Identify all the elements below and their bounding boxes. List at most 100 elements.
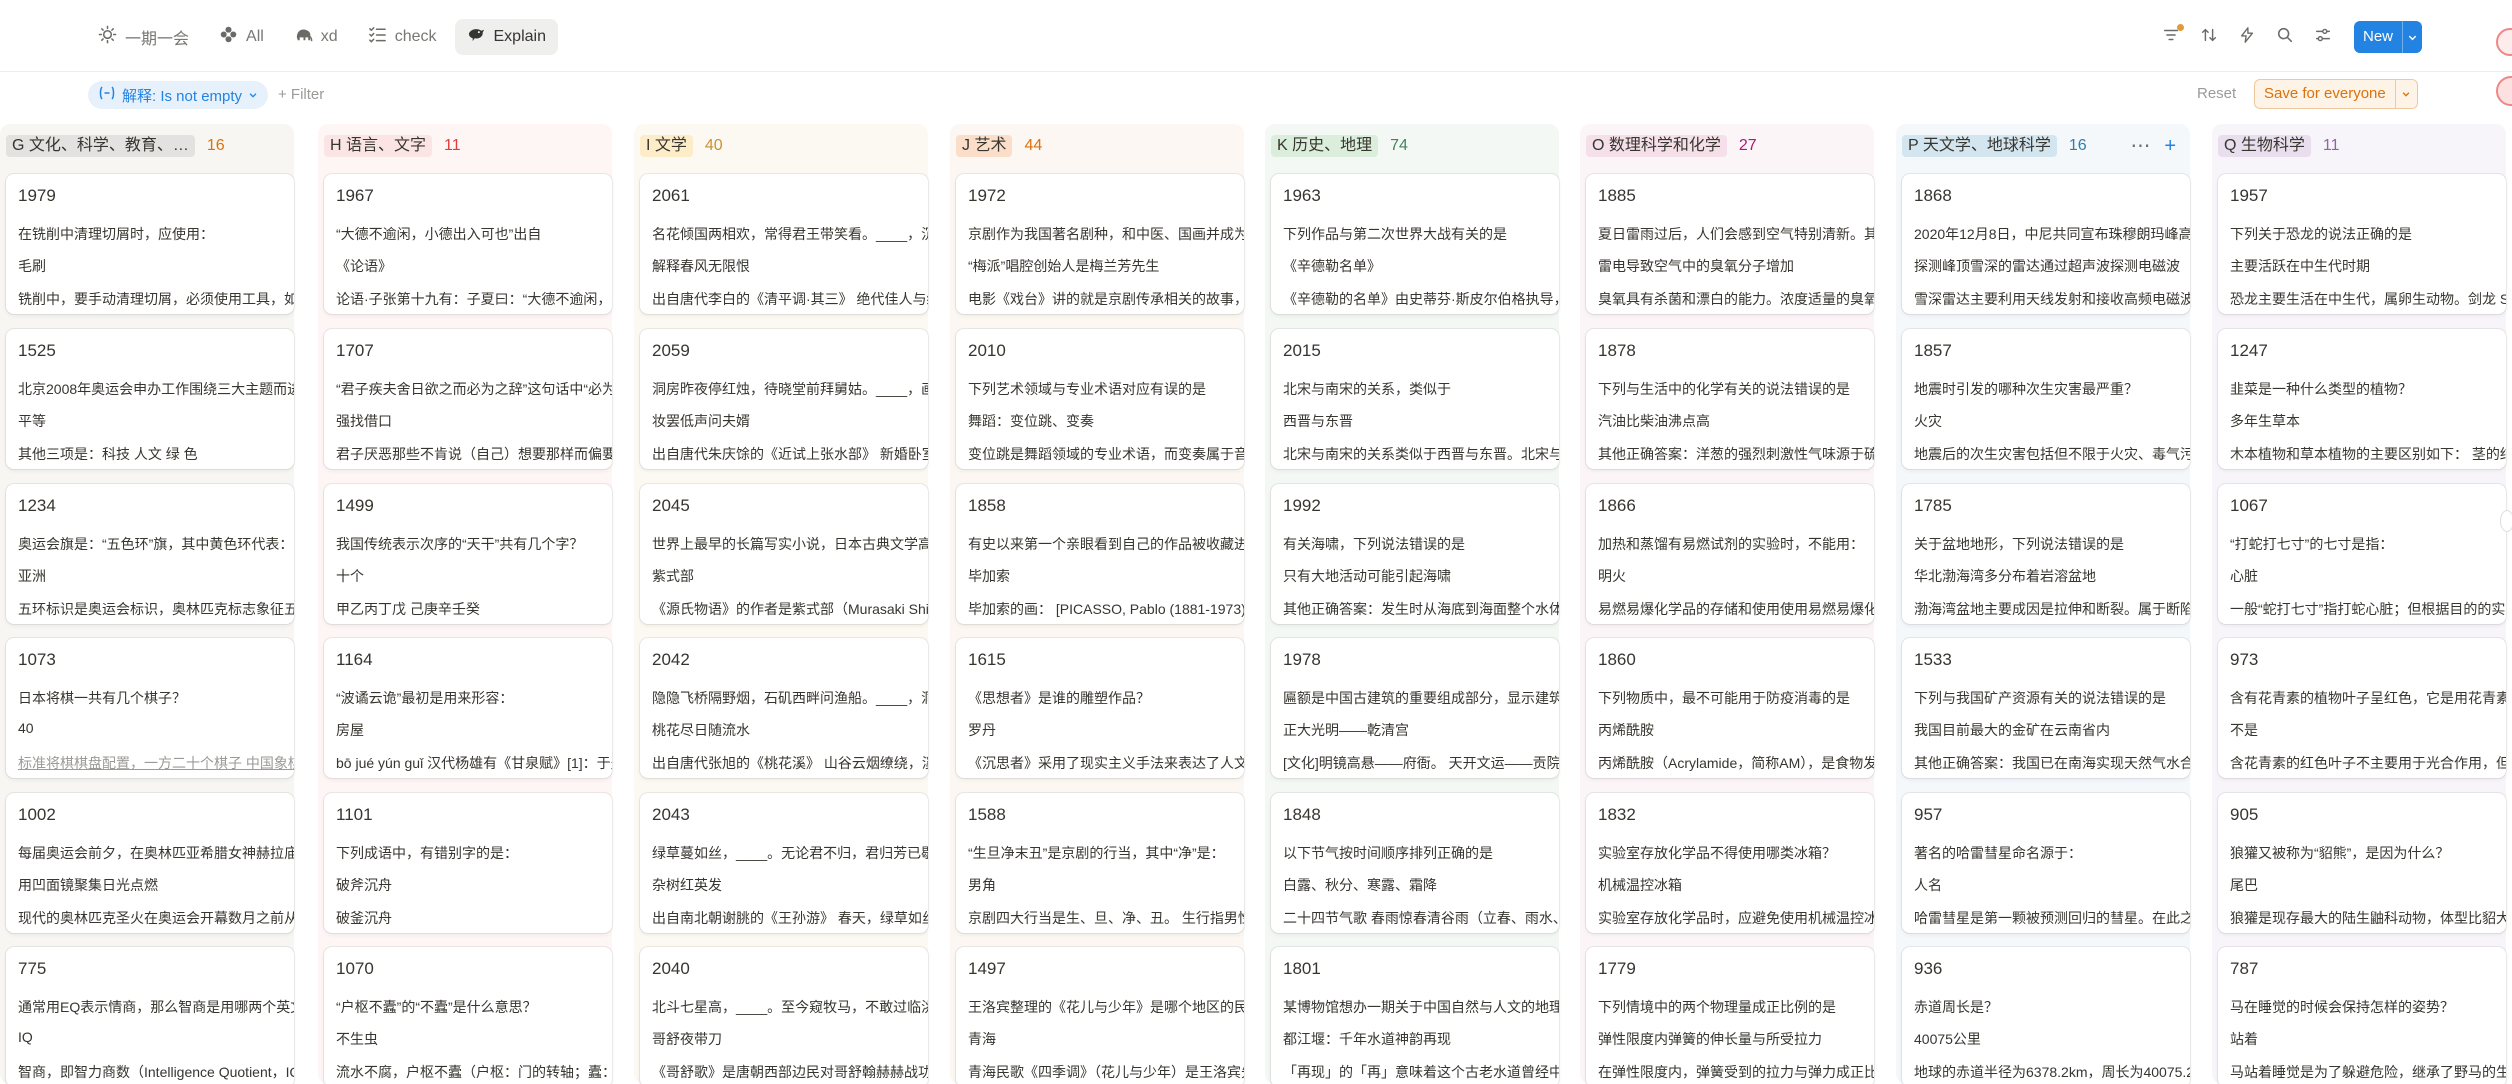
card-question: 地震时引发的哪种次生灾害最严重？ [1914,381,2138,397]
board-card[interactable]: 1164 “波谲云诡”最初是用来形容： 房屋 bō jué yún guǐ 汉代杨雄有… [324,638,612,778]
board-card[interactable]: 936 赤道周长是？ 40075公里 地球的赤道半径为6378.2km，周长为4007… [1902,947,2190,1084]
tab-explain[interactable]: Explain [454,19,558,55]
kanban-board: G 文化、科学、教育、… 16 1979 在铣削中清理切屑时，应使用： 毛刷 铣削中，要手… [0,124,2512,1084]
board-card[interactable]: 973 含有花青素的植物叶子呈红色，它是用花青素进 不是 含花青素的红色叶子不主要用于… [2218,638,2506,778]
column-header[interactable]: P 天文学、地球科学 16 ⋯ + [1896,128,2190,164]
board-card[interactable]: 1533 下列与我国矿产资源有关的说法错误的是 我国目前最大的金矿在云南省内 其他正确… [1902,638,2190,778]
save-for-everyone-button[interactable]: Save for everyone [2254,79,2418,109]
board-card[interactable]: 1499 我国传统表示次序的“天干”共有几个字？ 十个 甲乙丙丁戊 己庚辛壬癸 [324,484,612,624]
board-card[interactable]: 1588 “生旦净末丑”是京剧的行当，其中“净”是： 男角 京剧四大行当是生、旦、净、… [956,793,1244,933]
avatar[interactable] [2496,28,2512,56]
search-icon [2276,26,2294,49]
card-explanation: 变位跳是舞蹈领域的专业术语，而变奏属于音乐 [968,446,1244,462]
card-id: 1858 [968,496,1006,515]
board-card[interactable]: 2010 下列艺术领域与专业术语对应有误的是 舞蹈：变位跳、变奏 变位跳是舞蹈领域的专… [956,329,1244,469]
board-card[interactable]: 1963 下列作品与第二次世界大战有关的是 《辛德勒名单》 《辛德勒的名单》由史蒂芬·… [1271,174,1559,314]
board-card[interactable]: 1525 北京2008年奥运会申办工作围绕三大主题而进行 平等 其他三项是：科技 人文… [6,329,294,469]
board-card[interactable]: 1779 下列情境中的两个物理量成正比例的是 弹性限度内弹簧的伸长量与所受拉力 在弹性… [1586,947,1874,1084]
tab-label: All [246,28,264,45]
board-card[interactable]: 1957 下列关于恐龙的说法正确的是 主要活跃在中生代时期 恐龙主要生活在中生代，属卵… [2218,174,2506,314]
more-icon[interactable]: ⋯ [2130,136,2150,156]
board-card[interactable]: 2043 绿草蔓如丝，____。无论君不归，君归芳已歇。 杂树红英发 出自南北朝谢朓的… [640,793,928,933]
bird-icon [467,25,486,49]
board-card[interactable]: 2040 北斗七星高，____。至今窥牧马，不敢过临洮。 哥舒夜带刀 《哥舒歌》是唐朝… [640,947,928,1084]
column-header[interactable]: Q 生物科学 11 [2212,128,2506,164]
board-card[interactable]: 1972 京剧作为我国著名剧种，和中医、国画并成为中 “梅派”唱腔创始人是梅兰芳先生… [956,174,1244,314]
board-card[interactable]: 1832 实验室存放化学品不得使用哪类冰箱？ 机械温控冰箱 实验室存放化学品时，应避免… [1586,793,1874,933]
tab-xd[interactable]: xd [282,19,350,55]
board-card[interactable]: 1234 奥运会旗是：“五色环”旗，其中黄色环代表： 亚洲 五环标识是奥运会标识，奥林… [6,484,294,624]
card-answer: 《辛德勒名单》 [1283,258,1381,274]
board-card[interactable]: 2061 名花倾国两相欢，常得君王带笑看。____，沉香 解释春风无限恨 出自唐代李白… [640,174,928,314]
board-card[interactable]: 787 马在睡觉的时候会保持怎样的姿势？ 站着 马站着睡觉是为了躲避危险，继承了野马的… [2218,947,2506,1084]
board-card[interactable]: 2045 世界上最早的长篇写实小说，日本古典文学高峰 紫式部 《源氏物语》的作者是紫式… [640,484,928,624]
board-card[interactable]: 1247 韭菜是一种什么类型的植物？ 多年生草本 木本植物和草本植物的主要区别如下： … [2218,329,2506,469]
tab-check[interactable]: check [356,19,449,55]
add-filter-button[interactable]: + Filter [278,81,324,109]
board-card[interactable]: 1067 “打蛇打七寸”的七寸是指： 心脏 一般“蛇打七寸”指打蛇心脏；但根据目的的实… [2218,484,2506,624]
card-question: 世界上最早的长篇写实小说，日本古典文学高峰 [652,536,928,552]
column-header[interactable]: O 数理科学和化学 27 [1580,128,1874,164]
board-card[interactable]: 957 著名的哈雷彗星命名源于： 人名 哈雷彗星是第一颗被预测回归的彗星。在此之前 [1902,793,2190,933]
card-explanation: 实验室存放化学品时，应避免使用机械温控冰箱 [1598,910,1874,926]
avatar[interactable] [2496,76,2512,106]
board-card[interactable]: 1801 某博物馆想办一期关于中国自然与人文的地理展 都江堰：千年水道神韵再现 「再现… [1271,947,1559,1084]
board-card[interactable]: 1878 下列与生活中的化学有关的说法错误的是 汽油比柴油沸点高 其他正确答案：洋葱的… [1586,329,1874,469]
card-question: 每届奥运会前夕，在奥林匹亚希腊女神赫拉庙旁 [18,845,294,861]
column-header[interactable]: K 历史、地理 74 [1265,128,1559,164]
board-card[interactable]: 1868 2020年12月8日，中尼共同宣布珠穆朗玛峰高程 探测峰顶雪深的雷达通过超… [1902,174,2190,314]
automation-button[interactable] [2236,26,2258,48]
new-button[interactable]: New [2353,21,2422,53]
card-explanation: 电影《戏台》讲的就是京剧传承相关的故事，梅 [968,291,1244,307]
search-button[interactable] [2274,26,2296,48]
board-card[interactable]: 1497 王洛宾整理的《花儿与少年》是哪个地区的民歌 青海 青海民歌《四季调》（花儿与… [956,947,1244,1084]
board-card[interactable]: 1885 夏日雷雨过后，人们会感到空气特别清新。其主 雷电导致空气中的臭氧分子增加臭… [1586,174,1874,314]
board-card[interactable]: 1101 下列成语中，有错别字的是： 破斧沉舟 破釜沉舟 [324,793,612,933]
reset-button[interactable]: Reset [2197,82,2236,106]
board-card[interactable]: 1967 “大德不逾闲，小德出入可也”出自 《论语》 论语·子张第十九有：子夏曰：“大… [324,174,612,314]
board-card[interactable]: 1002 每届奥运会前夕，在奥林匹亚希腊女神赫拉庙旁 用凹面镜聚集日光点燃 现代的奥林… [6,793,294,933]
board-card[interactable]: 905 狼獾又被称为“貂熊”，是因为什么？ 尾巴 狼獾是现存最大的陆生鼬科动物，体型比… [2218,793,2506,933]
card-explanation: 易燃易爆化学品的存储和使用使用易燃易爆化学 [1598,601,1874,617]
tab-all[interactable]: All [207,19,276,55]
card-question: 下列成语中，有错别字的是： [336,845,518,861]
card-id: 775 [18,959,47,978]
card-answer: 我国目前最大的金矿在云南省内 [1914,722,2110,738]
filter-chip-explain[interactable]: 解释: Is not empty [88,81,269,109]
sort-button[interactable] [2198,26,2220,48]
column-header[interactable]: G 文化、科学、教育、… 16 [0,128,294,164]
top-toolbar: 一期一会 All xd check Explain New [0,0,2512,72]
board-card[interactable]: 1707 “君子疾夫舍日欲之而必为之辞”这句话中“必为之 强找借口 君子厌恶那些不肯说… [324,329,612,469]
board-card[interactable]: 1978 匾额是中国古建筑的重要组成部分，显示建筑物 正大光明——乾清宫 [文化]明镜… [1271,638,1559,778]
column-header[interactable]: J 艺术 44 [950,128,1244,164]
board-card[interactable]: 1785 关于盆地地形，下列说法错误的是 华北渤海湾多分布着岩溶盆地 渤海湾盆地主要成… [1902,484,2190,624]
board-card[interactable]: 775 通常用EQ表示情商，那么智商是用哪两个英文字 IQ 智商，即智力商数（Inte… [6,947,294,1084]
settings-button[interactable] [2312,26,2334,48]
board-card[interactable]: 1858 有史以来第一个亲眼看到自己的作品被收藏进卢 毕加索 毕加索的画： [PICA… [956,484,1244,624]
filter-button[interactable] [2160,24,2184,48]
card-answer: 哥舒夜带刀 [652,1031,722,1047]
add-card-icon[interactable]: + [2164,136,2176,156]
board-card[interactable]: 2059 洞房昨夜停红烛，待晓堂前拜舅姑。____，画眉 妆罢低声问夫婿 出自唐代朱庆… [640,329,928,469]
card-id: 2061 [652,186,690,205]
board-card[interactable]: 1848 以下节气按时间顺序排列正确的是 白露、秋分、寒露、霜降 二十四节气歌 春雨惊… [1271,793,1559,933]
board-card[interactable]: 1070 “户枢不蠹”的“不蠹”是什么意思？ 不生虫 流水不腐，户枢不蠹（户枢：门的转… [324,947,612,1084]
card-question: “君子疾夫舍日欲之而必为之辞”这句话中“必为之 [336,381,612,397]
scroll-handle[interactable] [2500,510,2512,532]
board-card[interactable]: 1615 《思想者》是谁的雕塑作品？ 罗丹 《沉思者》采用了现实主义手法来表达了人文主 [956,638,1244,778]
card-answer: 毕加索 [968,568,1010,584]
card-answer: 多年生草本 [2230,413,2300,429]
board-card[interactable]: 1860 下列物质中，最不可能用于防疫消毒的是 丙烯酰胺 丙烯酰胺（Acrylamid… [1586,638,1874,778]
board-card[interactable]: 2042 隐隐飞桥隔野烟，石矶西畔问渔船。____，洞在 桃花尽日随流水 出自唐代张旭… [640,638,928,778]
board-card[interactable]: 1979 在铣削中清理切屑时，应使用： 毛刷 铣削中，要手动清理切屑，必须使用工具，如… [6,174,294,314]
chevron-down-icon[interactable] [2394,80,2417,108]
board-card[interactable]: 2015 北宋与南宋的关系，类似于 西晋与东晋 北宋与南宋的关系类似于西晋与东晋。北宋… [1271,329,1559,469]
column-header[interactable]: H 语言、文字 11 [318,128,612,164]
chevron-down-icon[interactable] [2402,21,2422,53]
board-card[interactable]: 1866 加热和蒸馏有易燃试剂的实验时，不能用： 明火 易燃易爆化学品的存储和使用使用… [1586,484,1874,624]
tab-yiqi[interactable]: 一期一会 [86,19,201,55]
board-card[interactable]: 1073 日本将棋一共有几个棋子？ 40 标准将棋棋盘配置，一方二十个棋子 中国象棋棋 [6,638,294,778]
column-header[interactable]: I 文学 40 [634,128,928,164]
board-card[interactable]: 1992 有关海啸，下列说法错误的是 只有大地活动可能引起海啸 其他正确答案：发生时从… [1271,484,1559,624]
board-card[interactable]: 1857 地震时引发的哪种次生灾害最严重？ 火灾 地震后的次生灾害包括但不限于火灾、毒… [1902,329,2190,469]
